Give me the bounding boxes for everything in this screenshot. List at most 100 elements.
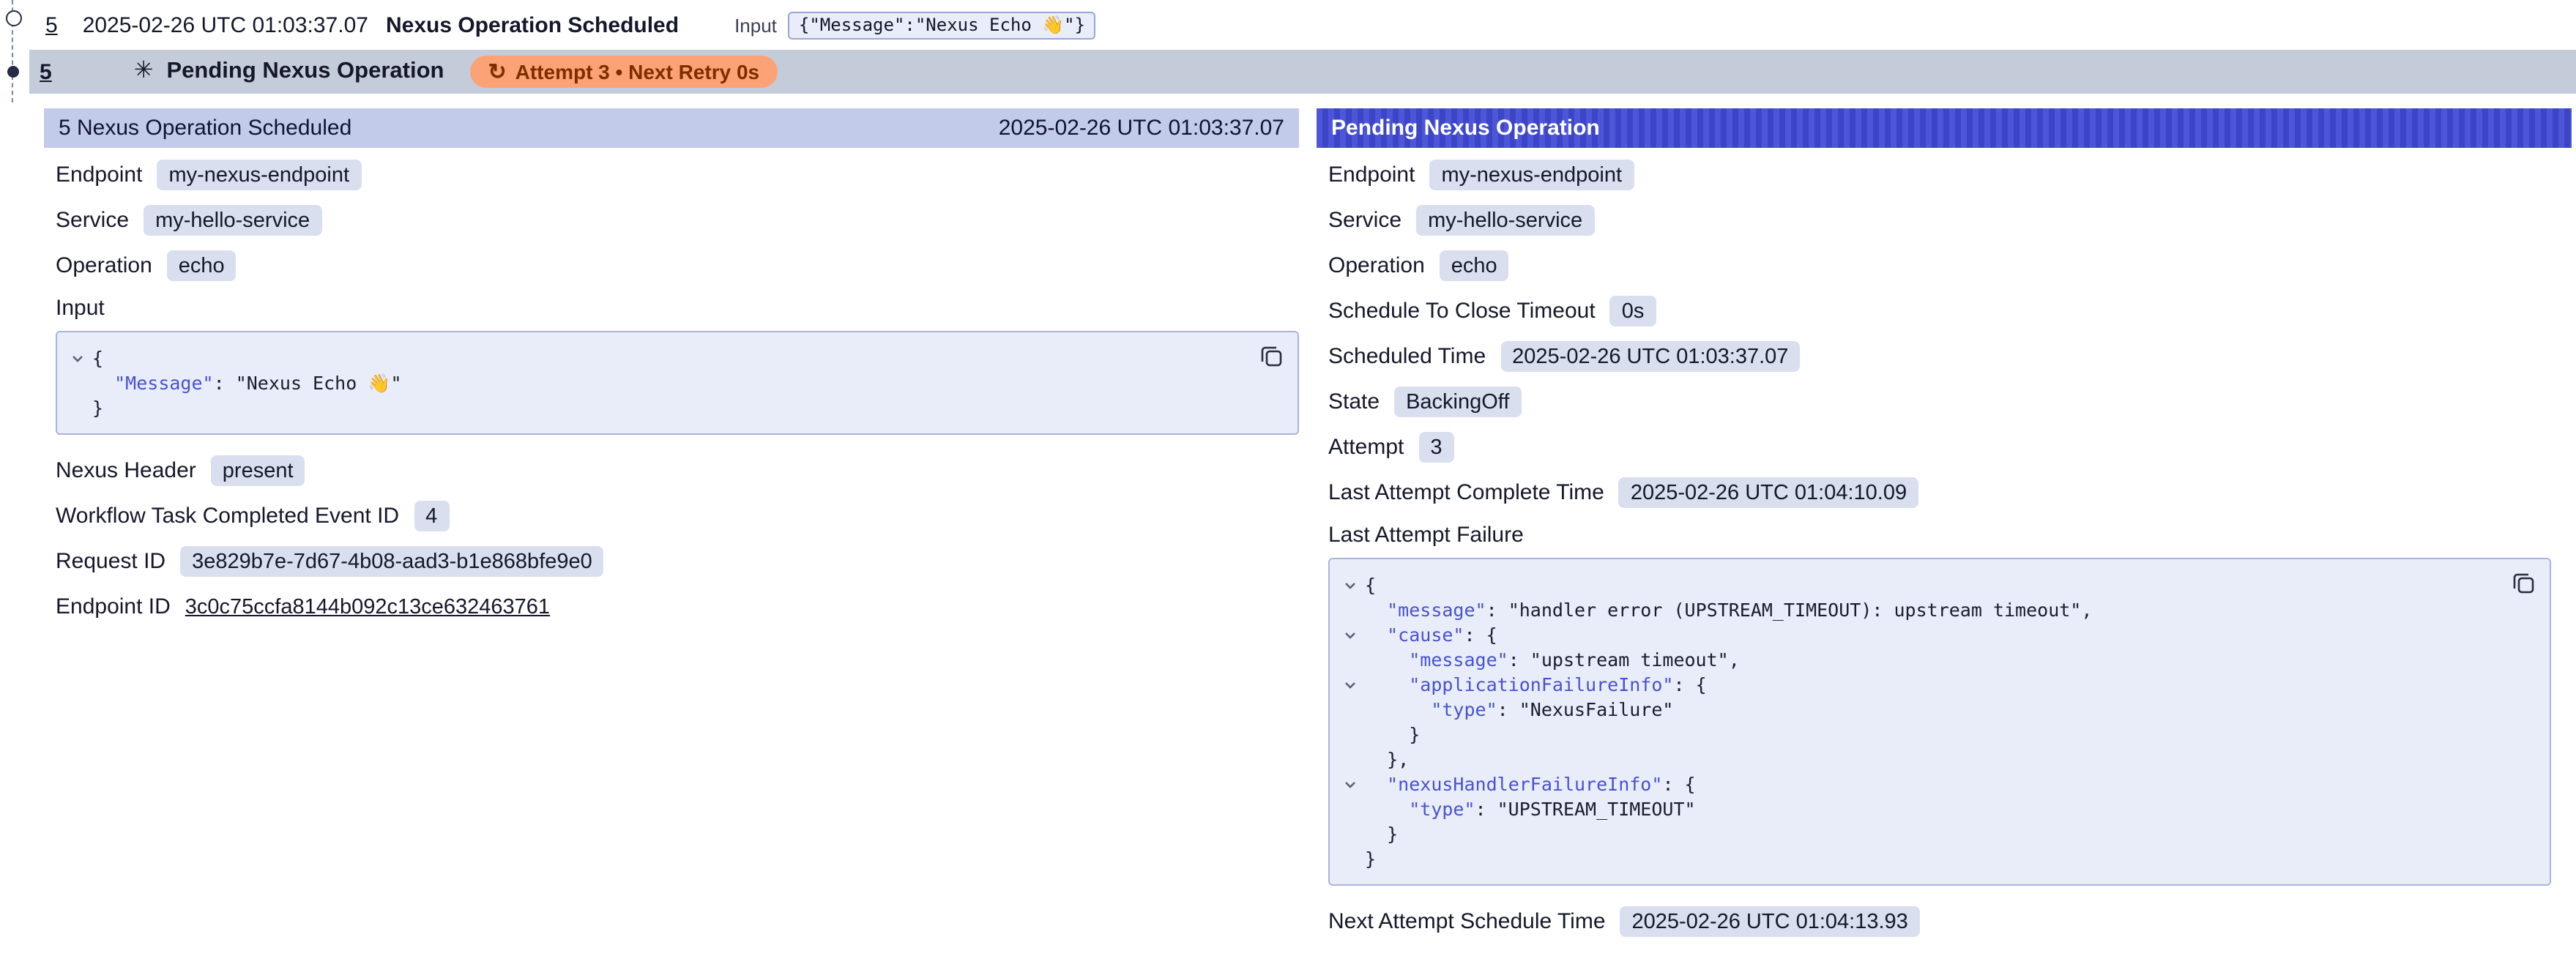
input-preview-chip: {"Message":"Nexus Echo 👋"} bbox=[789, 11, 1095, 39]
field-value: present bbox=[211, 455, 305, 486]
field-row: Endpoint my-nexus-endpoint bbox=[56, 157, 1299, 193]
field-value: my-hello-service bbox=[1416, 205, 1594, 236]
field-row: Next Attempt Schedule Time 2025-02-26 UT… bbox=[1328, 903, 2572, 940]
field-row: Endpoint my-nexus-endpoint bbox=[1328, 157, 2572, 193]
pending-operation-panel: Pending Nexus Operation Endpoint my-nexu… bbox=[1317, 108, 2572, 956]
field-value-link[interactable]: 3c0c75ccfa8144b092c13ce632463761 bbox=[185, 595, 550, 619]
code-gutter bbox=[63, 395, 92, 420]
field-row: Service my-hello-service bbox=[1328, 202, 2572, 239]
field-row: Service my-hello-service bbox=[56, 202, 1299, 239]
code-gutter bbox=[63, 370, 92, 395]
collapse-chevron-icon[interactable] bbox=[1336, 622, 1365, 647]
code-gutter bbox=[1336, 796, 1365, 821]
event-panel-header: 5 Nexus Operation Scheduled 2025-02-26 U… bbox=[44, 108, 1299, 148]
event-panel-time: 2025-02-26 UTC 01:03:37.07 bbox=[999, 116, 1284, 141]
field-row: Request ID 3e829b7e-7d67-4b08-aad3-b1e86… bbox=[56, 543, 1299, 580]
field-row: Workflow Task Completed Event ID 4 bbox=[56, 498, 1299, 534]
field-value: echo bbox=[1440, 250, 1509, 281]
collapse-chevron-icon[interactable] bbox=[1336, 672, 1365, 697]
retry-status-badge: ↻ Attempt 3 • Next Retry 0s bbox=[470, 56, 777, 88]
field-row: Endpoint ID 3c0c75ccfa8144b092c13ce63246… bbox=[56, 589, 1299, 625]
field-value: 2025-02-26 UTC 01:04:10.09 bbox=[1619, 477, 1918, 508]
code-gutter bbox=[1336, 747, 1365, 772]
workflow-history-view: 5 2025-02-26 UTC 01:03:37.07 Nexus Opera… bbox=[0, 0, 2576, 956]
code-gutter bbox=[1336, 647, 1365, 672]
field-value: 3e829b7e-7d67-4b08-aad3-b1e868bfe9e0 bbox=[180, 546, 604, 577]
field-label: State bbox=[1328, 389, 1380, 414]
code-line: "message": "upstream timeout", bbox=[1336, 647, 2500, 672]
code-line: "message": "handler error (UPSTREAM_TIME… bbox=[1336, 597, 2500, 622]
code-gutter bbox=[1336, 722, 1365, 747]
failure-section-label: Last Attempt Failure bbox=[1328, 523, 2572, 548]
field-value: 0s bbox=[1610, 296, 1656, 326]
code-gutter bbox=[1336, 821, 1365, 846]
field-row: Operation echo bbox=[1328, 247, 2572, 284]
code-gutter bbox=[1336, 846, 1365, 871]
field-value: 3 bbox=[1418, 432, 1453, 463]
field-label: Service bbox=[1328, 208, 1401, 233]
field-row: Scheduled Time 2025-02-26 UTC 01:03:37.0… bbox=[1328, 338, 2572, 375]
field-value: echo bbox=[167, 250, 237, 281]
code-line: "nexusHandlerFailureInfo": { bbox=[1336, 772, 2500, 796]
field-label: Endpoint bbox=[1328, 163, 1415, 187]
collapse-chevron-icon[interactable] bbox=[1336, 572, 1365, 597]
event-detail-panel: 5 Nexus Operation Scheduled 2025-02-26 U… bbox=[44, 108, 1299, 646]
failure-json-viewer: { "message": "handler error (UPSTREAM_TI… bbox=[1328, 558, 2551, 886]
code-line: { bbox=[63, 346, 1248, 370]
field-value: 2025-02-26 UTC 01:04:13.93 bbox=[1620, 906, 1920, 937]
input-json-viewer: { "Message": "Nexus Echo 👋"} bbox=[56, 331, 1299, 435]
pending-operation-row[interactable]: 5 ✳ Pending Nexus Operation ↻ Attempt 3 … bbox=[29, 50, 2576, 94]
retry-badge-label: Attempt 3 • Next Retry 0s bbox=[515, 60, 759, 83]
input-section-label: Input bbox=[56, 296, 1299, 321]
copy-icon[interactable] bbox=[1258, 343, 1284, 369]
field-value: BackingOff bbox=[1394, 386, 1521, 417]
event-id-link[interactable]: 5 bbox=[45, 12, 58, 37]
pending-fields-top: Endpoint my-nexus-endpoint Service my-he… bbox=[1328, 157, 2572, 511]
collapse-chevron-icon[interactable] bbox=[63, 346, 92, 370]
pending-operation-title: Pending Nexus Operation bbox=[167, 59, 444, 85]
field-row: Last Attempt Complete Time 2025-02-26 UT… bbox=[1328, 474, 2572, 511]
field-label: Endpoint ID bbox=[56, 594, 171, 619]
field-label: Next Attempt Schedule Time bbox=[1328, 909, 1606, 934]
event-fields-bottom: Nexus Header present Workflow Task Compl… bbox=[56, 452, 1299, 625]
field-value: my-hello-service bbox=[144, 205, 321, 236]
code-line: } bbox=[63, 395, 1248, 420]
code-line: "type": "UPSTREAM_TIMEOUT" bbox=[1336, 796, 2500, 821]
timeline-pending-dot-icon bbox=[7, 66, 19, 78]
pending-event-id-link[interactable]: 5 bbox=[40, 59, 52, 84]
code-line: } bbox=[1336, 821, 2500, 846]
code-line: } bbox=[1336, 846, 2500, 871]
copy-icon[interactable] bbox=[2510, 570, 2536, 596]
event-name: Nexus Operation Scheduled bbox=[386, 12, 679, 37]
field-label: Schedule To Close Timeout bbox=[1328, 299, 1596, 324]
field-label: Workflow Task Completed Event ID bbox=[56, 504, 399, 529]
code-line: { bbox=[1336, 572, 2500, 597]
field-row: Schedule To Close Timeout 0s bbox=[1328, 293, 2572, 329]
code-line: "type": "NexusFailure" bbox=[1336, 697, 2500, 722]
history-event-row[interactable]: 5 2025-02-26 UTC 01:03:37.07 Nexus Opera… bbox=[29, 0, 2576, 50]
timeline-event-circle-icon bbox=[6, 10, 22, 26]
field-label: Service bbox=[56, 208, 129, 233]
event-timestamp: 2025-02-26 UTC 01:03:37.07 bbox=[83, 12, 368, 37]
code-line: "cause": { bbox=[1336, 622, 2500, 647]
event-panel-title: 5 Nexus Operation Scheduled bbox=[59, 116, 351, 141]
field-value: 2025-02-26 UTC 01:03:37.07 bbox=[1500, 341, 1800, 372]
retry-refresh-icon: ↻ bbox=[488, 61, 506, 83]
code-gutter bbox=[1336, 697, 1365, 722]
field-label: Nexus Header bbox=[56, 458, 196, 483]
field-row: State BackingOff bbox=[1328, 384, 2572, 420]
collapse-chevron-icon[interactable] bbox=[1336, 772, 1365, 796]
field-row: Operation echo bbox=[56, 247, 1299, 284]
pending-asterisk-icon: ✳ bbox=[134, 60, 154, 83]
code-gutter bbox=[1336, 597, 1365, 622]
field-label: Scheduled Time bbox=[1328, 344, 1486, 369]
code-line: "applicationFailureInfo": { bbox=[1336, 672, 2500, 697]
field-label: Operation bbox=[56, 253, 152, 278]
field-value: 4 bbox=[414, 501, 449, 531]
field-row: Nexus Header present bbox=[56, 452, 1299, 489]
pending-panel-title: Pending Nexus Operation bbox=[1331, 116, 1600, 141]
pending-panel-header: Pending Nexus Operation bbox=[1317, 108, 2572, 148]
field-label: Endpoint bbox=[56, 163, 142, 187]
field-value: my-nexus-endpoint bbox=[1429, 160, 1634, 190]
pending-fields-bottom: Next Attempt Schedule Time 2025-02-26 UT… bbox=[1328, 903, 2572, 940]
